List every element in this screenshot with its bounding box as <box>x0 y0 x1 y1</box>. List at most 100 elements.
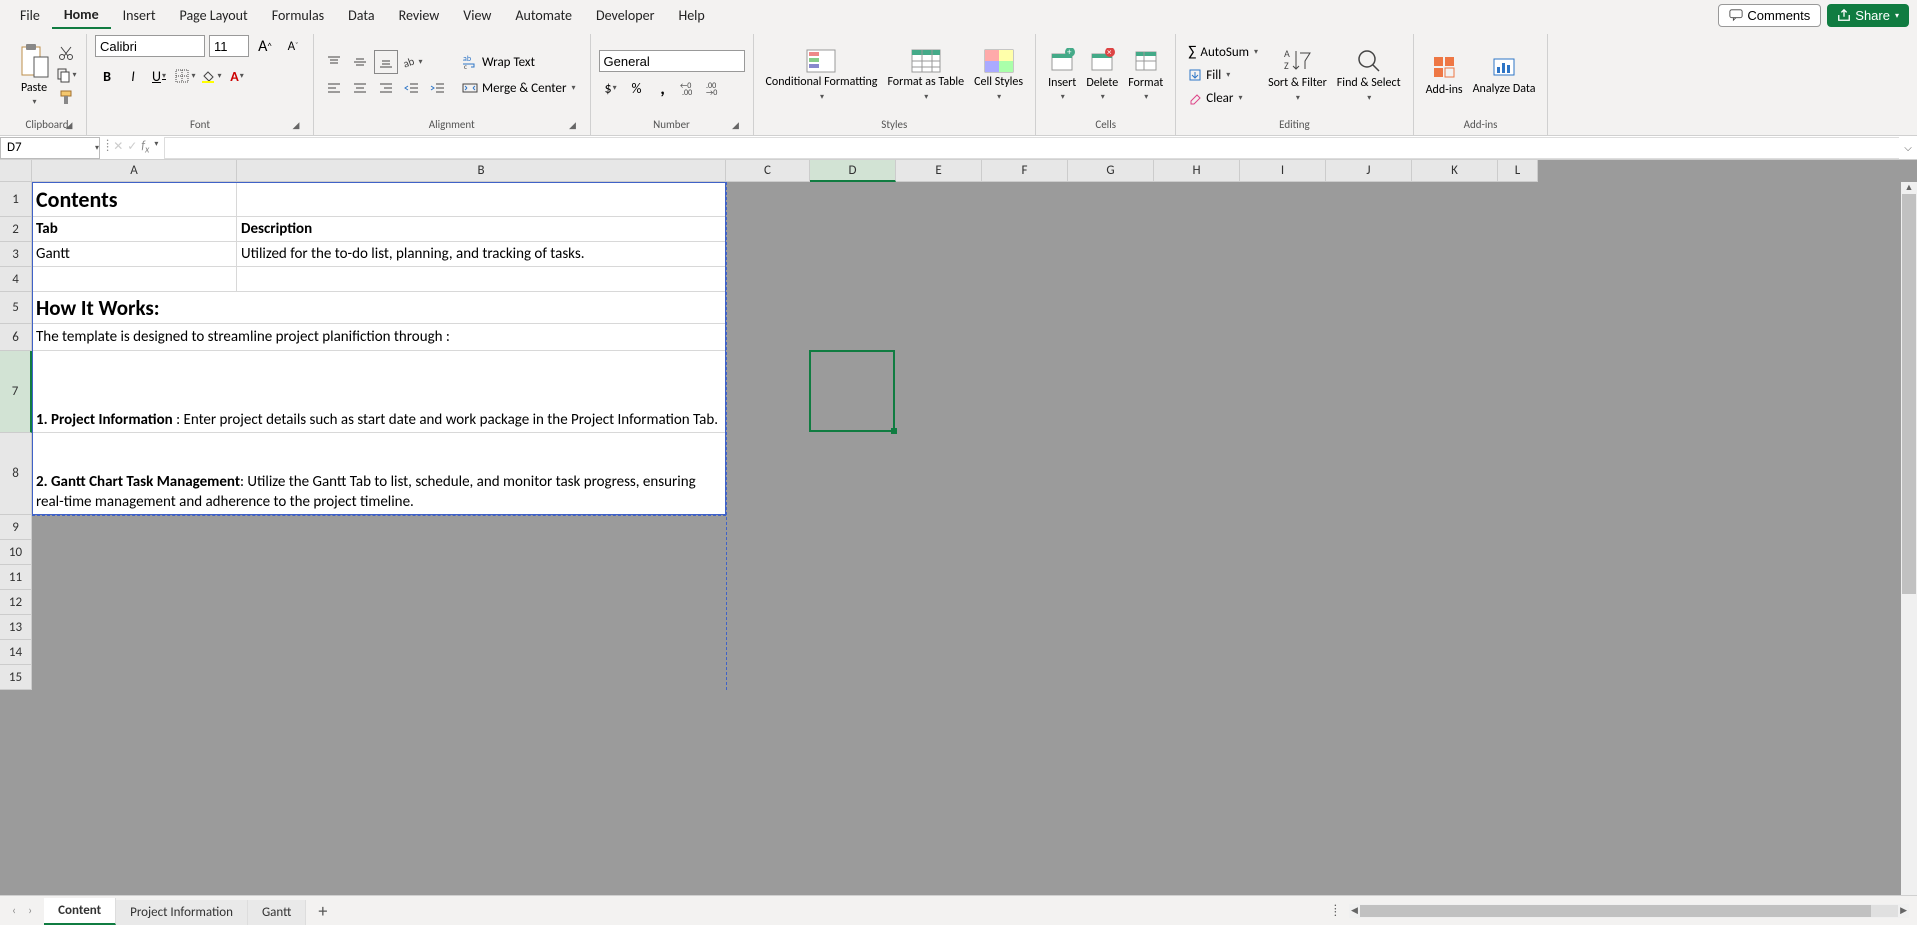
sheet-options-button[interactable]: ⁞ <box>1322 904 1349 918</box>
column-header-F[interactable]: F <box>982 160 1068 182</box>
cell[interactable]: Gantt <box>32 242 237 267</box>
row-header-14[interactable]: 14 <box>0 640 32 665</box>
row-header-9[interactable]: 9 <box>0 515 32 540</box>
format-as-table-button[interactable]: Format as Table▾ <box>883 46 968 103</box>
row-header-10[interactable]: 10 <box>0 540 32 565</box>
cell[interactable] <box>237 182 726 217</box>
font-name-select[interactable] <box>95 35 205 57</box>
increase-indent-button[interactable] <box>426 76 450 100</box>
formula-input[interactable] <box>164 137 1899 159</box>
tab-page-layout[interactable]: Page Layout <box>168 3 260 28</box>
enter-formula-button[interactable]: ✓ <box>127 139 137 155</box>
orientation-button[interactable]: ab▾ <box>400 50 424 74</box>
sheet-prev-button[interactable]: ‹ <box>12 904 16 918</box>
tab-home[interactable]: Home <box>52 2 111 29</box>
tab-formulas[interactable]: Formulas <box>260 3 336 28</box>
cell[interactable]: Contents <box>32 182 237 217</box>
sheet-tab-gantt[interactable]: Gantt <box>248 900 306 925</box>
paste-icon[interactable] <box>18 43 50 79</box>
paste-dropdown[interactable]: ▾ <box>32 97 36 107</box>
fx-dropdown[interactable]: ▾ <box>154 139 158 155</box>
row-header-11[interactable]: 11 <box>0 565 32 590</box>
cell[interactable] <box>32 267 237 292</box>
cell[interactable]: 2. Gantt Chart Task Management: Utilize … <box>32 433 726 515</box>
row-header-8[interactable]: 8 <box>0 433 32 515</box>
cell[interactable]: Description <box>237 217 726 242</box>
select-all-corner[interactable] <box>0 160 32 182</box>
italic-button[interactable]: I <box>121 64 145 88</box>
cancel-formula-button[interactable]: ✕ <box>113 139 123 155</box>
autosum-button[interactable]: ∑AutoSum▾ <box>1184 41 1262 63</box>
row-header-7[interactable]: 7 <box>0 351 32 433</box>
tab-file[interactable]: File <box>8 3 52 28</box>
column-header-A[interactable]: A <box>32 160 237 182</box>
expand-formula-bar-button[interactable]: ⌵ <box>1899 141 1917 154</box>
analyze-data-button[interactable]: Analyze Data <box>1469 51 1540 98</box>
clear-button[interactable]: Clear▾ <box>1184 87 1262 109</box>
cell[interactable]: The template is designed to streamline p… <box>32 324 726 351</box>
conditional-formatting-button[interactable]: Conditional Formatting▾ <box>762 46 882 103</box>
cell-styles-button[interactable]: Cell Styles▾ <box>970 46 1027 103</box>
fill-button[interactable]: Fill▾ <box>1184 64 1262 86</box>
borders-button[interactable]: ▾ <box>173 64 197 88</box>
sheet-next-button[interactable]: › <box>28 904 32 918</box>
cell[interactable]: Tab <box>32 217 237 242</box>
vertical-scrollbar[interactable]: ▲ <box>1901 182 1917 895</box>
fill-handle[interactable] <box>891 428 897 434</box>
row-header-1[interactable]: 1 <box>0 182 32 217</box>
row-header-5[interactable]: 5 <box>0 292 32 324</box>
column-header-H[interactable]: H <box>1154 160 1240 182</box>
wrap-text-button[interactable]: abcWrap Text <box>456 50 582 74</box>
tab-review[interactable]: Review <box>387 3 452 28</box>
copy-button[interactable]: ▾ <box>54 65 78 85</box>
decrease-font-button[interactable]: Aˇ <box>281 34 305 58</box>
font-size-select[interactable] <box>209 35 249 57</box>
increase-decimal-button[interactable]: ←0.00 <box>677 76 701 100</box>
tab-view[interactable]: View <box>451 3 503 28</box>
currency-button[interactable]: $▾ <box>599 76 623 100</box>
row-header-13[interactable]: 13 <box>0 615 32 640</box>
insert-cells-button[interactable]: + Insert▾ <box>1044 46 1080 104</box>
cell[interactable] <box>237 267 726 292</box>
name-box[interactable]: D7▾ <box>0 137 100 159</box>
column-header-G[interactable]: G <box>1068 160 1154 182</box>
horizontal-scrollbar[interactable]: ◀ ▶ <box>1349 904 1909 918</box>
number-launcher[interactable]: ◢ <box>729 118 743 132</box>
column-header-E[interactable]: E <box>896 160 982 182</box>
share-button[interactable]: Share ▾ <box>1827 4 1909 27</box>
column-header-I[interactable]: I <box>1240 160 1326 182</box>
addins-button[interactable]: Add-ins <box>1422 51 1467 99</box>
row-header-6[interactable]: 6 <box>0 324 32 351</box>
sheet-tab-content[interactable]: Content <box>44 898 116 925</box>
fill-color-button[interactable]: ▾ <box>199 64 223 88</box>
column-header-C[interactable]: C <box>726 160 810 182</box>
align-middle-button[interactable] <box>348 50 372 74</box>
column-header-L[interactable]: L <box>1498 160 1538 182</box>
clipboard-launcher[interactable]: ◢ <box>62 118 76 132</box>
tab-automate[interactable]: Automate <box>503 3 584 28</box>
row-header-3[interactable]: 3 <box>0 242 32 267</box>
font-launcher[interactable]: ◢ <box>289 118 303 132</box>
tab-data[interactable]: Data <box>336 3 386 28</box>
format-cells-button[interactable]: Format▾ <box>1124 46 1167 104</box>
sheet-tab-project-information[interactable]: Project Information <box>116 900 248 925</box>
format-painter-button[interactable] <box>54 87 78 107</box>
decrease-indent-button[interactable] <box>400 76 424 100</box>
cut-button[interactable] <box>54 43 78 63</box>
align-bottom-button[interactable] <box>374 50 398 74</box>
find-select-button[interactable]: Find & Select▾ <box>1333 45 1405 104</box>
merge-center-button[interactable]: Merge & Center▾ <box>456 76 582 100</box>
decrease-decimal-button[interactable]: .00→0 <box>703 76 727 100</box>
row-header-15[interactable]: 15 <box>0 665 32 690</box>
font-color-button[interactable]: A▾ <box>225 64 249 88</box>
delete-cells-button[interactable]: × Delete▾ <box>1082 46 1122 104</box>
row-header-12[interactable]: 12 <box>0 590 32 615</box>
column-header-B[interactable]: B <box>237 160 726 182</box>
underline-button[interactable]: U▾ <box>147 64 171 88</box>
sort-filter-button[interactable]: AZ Sort & Filter▾ <box>1264 45 1331 104</box>
column-header-D[interactable]: D <box>810 160 896 182</box>
alignment-launcher[interactable]: ◢ <box>566 118 580 132</box>
row-header-4[interactable]: 4 <box>0 267 32 292</box>
cell[interactable]: 1. Project Information : Enter project d… <box>32 351 726 433</box>
align-right-button[interactable] <box>374 76 398 100</box>
